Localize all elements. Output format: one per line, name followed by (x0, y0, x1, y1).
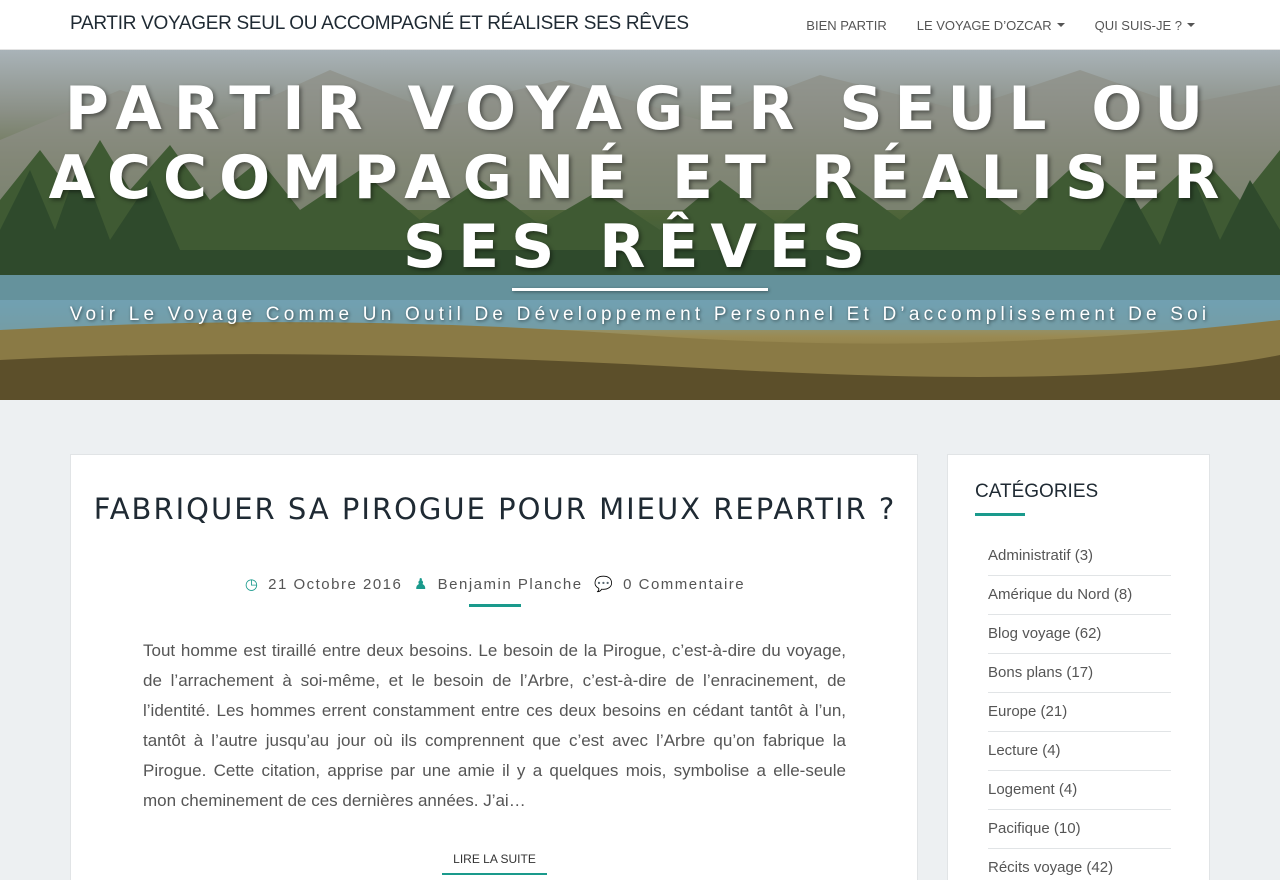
category-link[interactable]: Pacifique (988, 820, 1050, 837)
main-menu: BIEN PARTIR LE VOYAGE D’OZCAR QUI SUIS-J… (776, 0, 1195, 50)
category-link[interactable]: Bons plans (988, 664, 1062, 681)
category-link[interactable]: Lecture (988, 742, 1038, 759)
post-title[interactable]: FABRIQUER SA PIROGUE POUR MIEUX REPARTIR… (71, 493, 919, 526)
site-brand[interactable]: PARTIR VOYAGER SEUL OU ACCOMPAGNÉ ET RÉA… (70, 13, 689, 35)
category-item: Lecture (4) (988, 732, 1171, 771)
hero-subtitle: Voir Le Voyage Comme Un Outil De Dévelop… (69, 304, 1211, 325)
post-meta: ◷ 21 Octobre 2016 ♟ Benjamin Planche 💬 0… (71, 575, 919, 593)
category-count: (62) (1074, 625, 1102, 642)
clock-icon: ◷ (244, 576, 260, 593)
hero-title: PARTIR VOYAGER SEUL OU ACCOMPAGNÉ ET RÉA… (48, 74, 1232, 282)
read-more-button[interactable]: LIRE LA SUITE (442, 847, 547, 875)
menu-item-le-voyage-dozcar[interactable]: LE VOYAGE D’OZCAR (917, 18, 1065, 33)
category-count: (42) (1086, 859, 1114, 876)
category-item: Logement (4) (988, 771, 1171, 810)
post-comments[interactable]: 0 Commentaire (623, 576, 745, 593)
category-count: (21) (1040, 703, 1068, 720)
post-author-group: ♟ Benjamin Planche (414, 576, 588, 593)
user-icon: ♟ (414, 576, 429, 593)
caret-down-icon (1056, 23, 1065, 27)
hero-divider (512, 288, 768, 291)
category-list: Administratif (3) Amérique du Nord (8) B… (988, 537, 1171, 880)
comments-icon: 💬 (594, 576, 615, 593)
category-link[interactable]: Récits voyage (988, 859, 1082, 876)
post-comments-group: 💬 0 Commentaire (594, 576, 745, 593)
caret-down-icon (1187, 23, 1195, 27)
menu-item-bien-partir[interactable]: BIEN PARTIR (806, 18, 886, 33)
top-navbar: PARTIR VOYAGER SEUL OU ACCOMPAGNÉ ET RÉA… (0, 0, 1280, 50)
category-link[interactable]: Amérique du Nord (988, 586, 1110, 603)
category-count: (10) (1053, 820, 1081, 837)
category-item: Bons plans (17) (988, 654, 1171, 693)
category-count: (8) (1113, 586, 1133, 603)
hero-banner: PARTIR VOYAGER SEUL OU ACCOMPAGNÉ ET RÉA… (0, 50, 1280, 400)
category-item: Administratif (3) (988, 537, 1171, 576)
menu-item-label: LE VOYAGE D’OZCAR (916, 17, 1052, 33)
post-date-group: ◷ 21 Octobre 2016 (245, 576, 408, 593)
category-link[interactable]: Logement (988, 781, 1055, 798)
category-item: Pacifique (10) (988, 810, 1171, 849)
menu-item-label: BIEN PARTIR (806, 17, 887, 33)
category-count: (3) (1074, 547, 1094, 564)
category-item: Europe (21) (988, 693, 1171, 732)
post-card: FABRIQUER SA PIROGUE POUR MIEUX REPARTIR… (70, 454, 918, 880)
category-count: (17) (1066, 664, 1094, 681)
sidebar-categories-widget: CATÉGORIES Administratif (3) Amérique du… (947, 454, 1210, 880)
category-count: (4) (1042, 742, 1061, 759)
post-author[interactable]: Benjamin Planche (438, 576, 583, 593)
widget-title: CATÉGORIES (975, 481, 1099, 502)
category-item: Blog voyage (62) (988, 615, 1171, 654)
category-link[interactable]: Administratif (988, 547, 1071, 564)
category-link[interactable]: Blog voyage (988, 625, 1071, 642)
menu-item-label: QUI SUIS-JE ? (1094, 17, 1182, 33)
category-link[interactable]: Europe (988, 703, 1036, 720)
category-item: Amérique du Nord (8) (988, 576, 1171, 615)
category-count: (4) (1058, 781, 1078, 798)
widget-title-divider (975, 513, 1025, 516)
meta-divider (469, 604, 521, 607)
post-date[interactable]: 21 Octobre 2016 (268, 576, 402, 593)
menu-item-qui-suis-je[interactable]: QUI SUIS-JE ? (1095, 18, 1195, 33)
category-item: Récits voyage (42) (988, 849, 1171, 880)
post-excerpt: Tout homme est tiraillé entre deux besoi… (143, 641, 846, 810)
